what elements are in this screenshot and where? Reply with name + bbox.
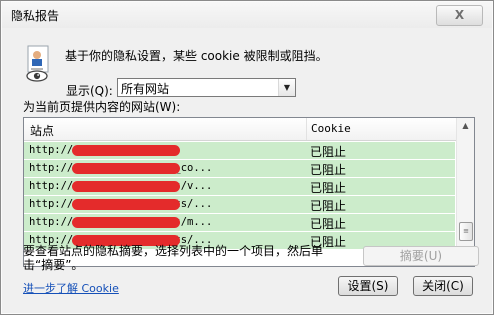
settings-button[interactable]: 设置(S): [338, 276, 398, 296]
table-row[interactable]: http:// /bcse_edu/scripts/... 已阻止: [24, 196, 455, 213]
scroll-up-icon[interactable]: ▲: [457, 118, 474, 134]
redaction-mark: [72, 181, 180, 192]
column-separator[interactable]: [306, 118, 307, 140]
learn-more-link[interactable]: 进一步了解 Cookie: [23, 280, 119, 296]
close-button[interactable]: 关闭(C): [413, 276, 473, 296]
title-bar[interactable]: 隐私报告 X: [2, 2, 492, 28]
dropdown-selected-value: 所有网站: [121, 82, 170, 96]
site-rows: http:// /bcse_edu/ 已阻止 http:// /bcse_edu…: [24, 142, 455, 250]
redaction-mark: [72, 199, 180, 210]
summary-button[interactable]: 摘要(U): [363, 246, 479, 266]
table-row[interactable]: http:// /bcse_edu/bower_co... 已阻止: [24, 160, 455, 177]
close-window-button[interactable]: X: [436, 5, 483, 26]
chevron-down-icon[interactable]: ▼: [278, 79, 295, 96]
summary-instruction: 要查看站点的隐私摘要，选择列表中的一个项目，然后单击“摘要”。: [23, 244, 324, 272]
redaction-mark: [72, 217, 180, 228]
privacy-report-dialog: 隐私报告 X 基于你的隐私设置，某些 cookie 被限制或阻挡。 显示(Q):…: [0, 0, 494, 315]
table-row[interactable]: http:// /bcse_edu/styles/v... 已阻止: [24, 178, 455, 195]
dialog-content: 基于你的隐私设置，某些 cookie 被限制或阻挡。 显示(Q): 所有网站 ▼…: [10, 29, 486, 309]
scroll-thumb[interactable]: ≡: [459, 222, 473, 241]
column-header-cookie[interactable]: Cookie: [311, 122, 351, 135]
site-filter-dropdown[interactable]: 所有网站 ▼: [117, 78, 296, 97]
redaction-mark: [72, 145, 180, 156]
privacy-message: 基于你的隐私设置，某些 cookie 被限制或阻挡。: [65, 49, 328, 63]
privacy-report-icon: [26, 45, 49, 82]
column-header-site[interactable]: 站点: [30, 122, 54, 139]
dialog-title: 隐私报告: [11, 9, 60, 23]
cookie-status: 已阻止: [310, 163, 347, 177]
cookie-status: 已阻止: [310, 217, 347, 231]
vertical-scrollbar[interactable]: ▲ ≡ ▼: [456, 118, 474, 266]
table-row[interactable]: http:// /bcse_edu/styles/m... 已阻止: [24, 214, 455, 231]
filter-label: 显示(Q):: [66, 84, 113, 98]
cookie-status: 已阻止: [310, 199, 347, 213]
redaction-mark: [72, 163, 180, 174]
cookie-status: 已阻止: [310, 145, 347, 159]
cookie-status: 已阻止: [310, 181, 347, 195]
site-list-caption: 为当前页提供内容的网站(W):: [23, 100, 181, 114]
list-header: 站点 Cookie: [24, 118, 456, 141]
table-row[interactable]: http:// /bcse_edu/ 已阻止: [24, 142, 455, 159]
